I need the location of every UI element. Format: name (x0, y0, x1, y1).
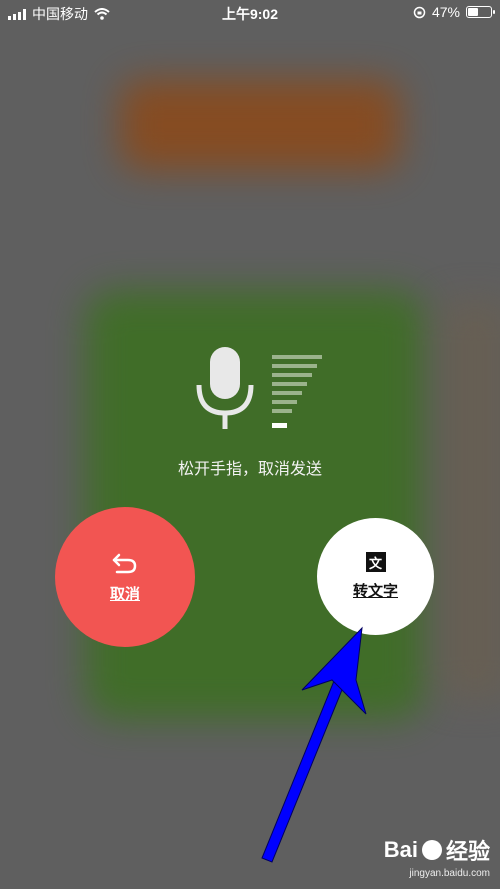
status-bar: 中国移动 上午9:02 47% (0, 0, 500, 26)
microphone-icon (196, 347, 254, 429)
blurred-background-edge (440, 300, 500, 700)
cancel-button[interactable]: 取消 (55, 507, 195, 647)
release-hint-text: 松开手指，取消发送 (177, 461, 322, 478)
baidu-url: jingyan.baidu.com (409, 868, 490, 879)
blurred-background-block (120, 80, 400, 170)
cancel-label: 取消 (109, 585, 140, 603)
convert-label: 转文字 (352, 583, 398, 600)
undo-icon (112, 553, 137, 573)
baidu-logo: Bai 经验 (384, 834, 490, 866)
text-icon: 文 (365, 552, 386, 572)
battery-icon (466, 6, 495, 18)
baidu-watermark: Bai 经验 jingyan.baidu.com (384, 834, 490, 879)
baidu-brand-suffix: 经验 (445, 839, 490, 864)
orientation-lock-icon (413, 6, 426, 18)
volume-level-indicator (272, 355, 332, 430)
baidu-brand: Bai (383, 837, 418, 862)
status-right: 47% (413, 4, 495, 20)
battery-percent: 47% (431, 4, 460, 20)
paw-icon (421, 840, 442, 860)
convert-to-text-button[interactable]: 文 转文字 (317, 518, 434, 635)
